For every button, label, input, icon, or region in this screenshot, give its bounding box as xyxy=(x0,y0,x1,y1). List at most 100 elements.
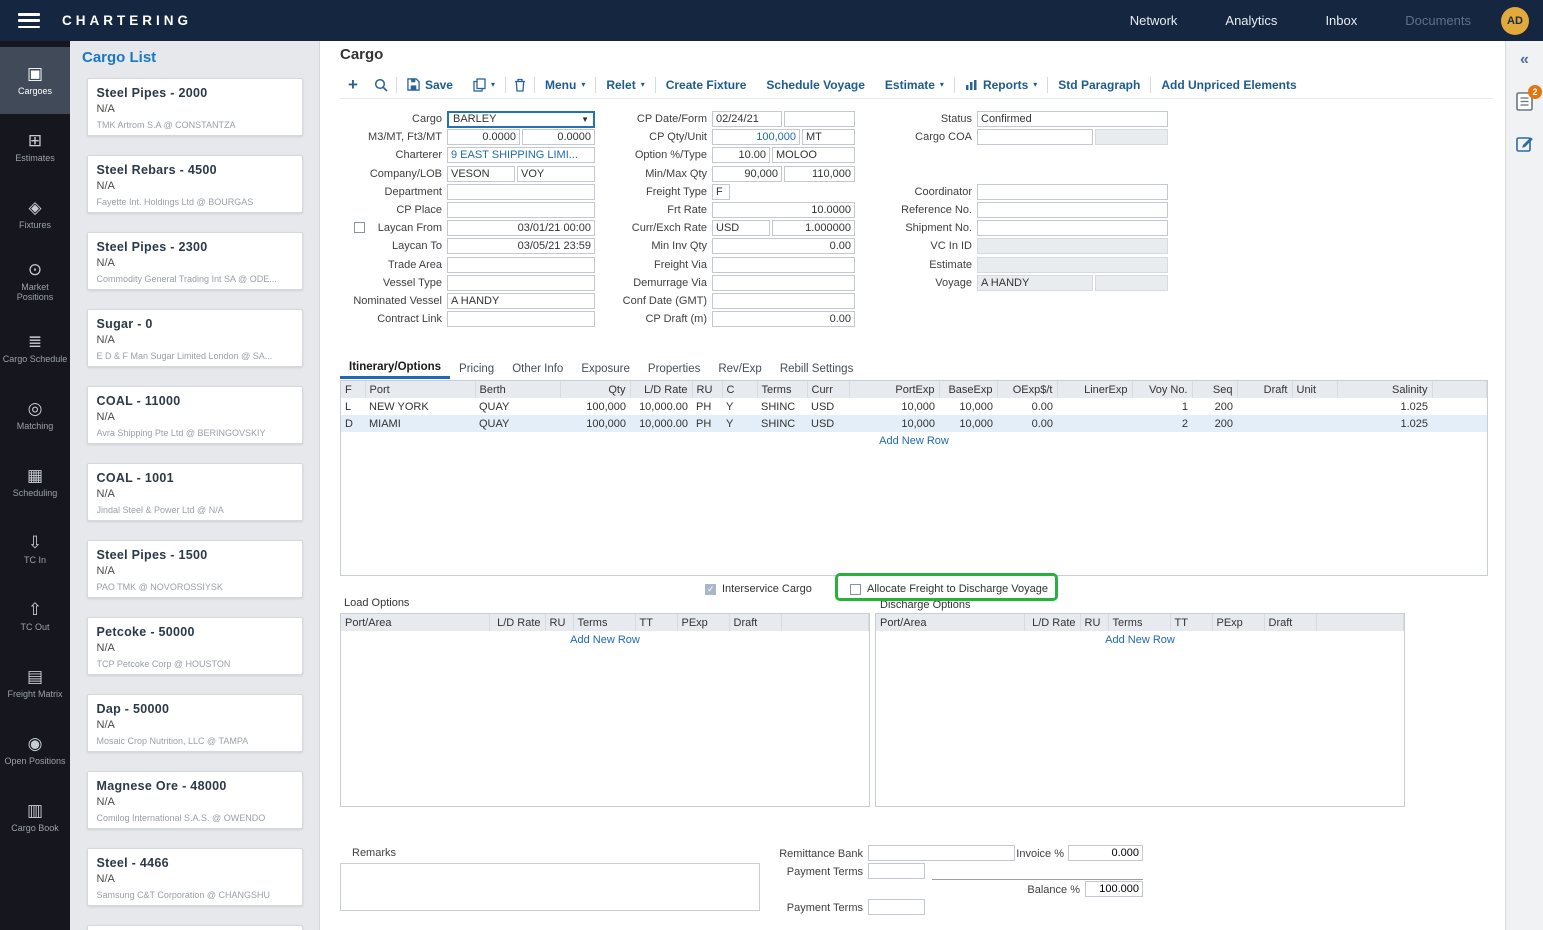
max-qty-input[interactable] xyxy=(784,166,855,182)
estimate-button[interactable]: Estimate▾ xyxy=(875,78,954,92)
list-item[interactable]: Steel - 4466 N/A Samsung C&T Corporation… xyxy=(87,848,303,906)
col-ld-rate[interactable]: L/D Rate xyxy=(630,381,692,398)
col-terms[interactable]: Terms xyxy=(573,614,635,631)
save-button[interactable]: Save xyxy=(397,78,463,92)
col-voy-no[interactable]: Voy No. xyxy=(1132,381,1192,398)
tab-rev-exp[interactable]: Rev/Exp xyxy=(709,358,770,379)
list-item[interactable]: Sugar - 0 N/A E D & F Man Sugar Limited … xyxy=(87,309,303,367)
laycan-from-input[interactable] xyxy=(447,220,595,236)
tab-other-info[interactable]: Other Info xyxy=(503,358,572,379)
col-port-area[interactable]: Port/Area xyxy=(876,614,1024,631)
std-paragraph-button[interactable]: Std Paragraph xyxy=(1048,78,1150,92)
edit-tasks-button[interactable] xyxy=(1515,134,1534,153)
sidebar-item-estimates[interactable]: ⊞ Estimates xyxy=(0,114,70,181)
sidebar-item-cargo-book[interactable]: ▥ Cargo Book xyxy=(0,784,70,851)
col-linerexp[interactable]: LinerExp xyxy=(1057,381,1132,398)
hamburger-menu-icon[interactable] xyxy=(18,13,40,28)
nominated-vessel-input[interactable] xyxy=(447,293,595,309)
col-pexp[interactable]: PExp xyxy=(677,614,729,631)
sidebar-item-market-positions[interactable]: ⊙ Market Positions xyxy=(0,248,70,315)
tab-exposure[interactable]: Exposure xyxy=(572,358,639,379)
discharge-options-add-new-row-link[interactable]: Add New Row xyxy=(876,634,1404,646)
list-item[interactable]: Steel Pipes - 2000 N/A TMK Artrom S.A @ … xyxy=(87,78,303,136)
list-item[interactable]: COAL - 1001 N/A Jindal Steel & Power Ltd… xyxy=(87,463,303,521)
sidebar-item-tc-in[interactable]: ⇩ TC In xyxy=(0,516,70,583)
col-ru[interactable]: RU xyxy=(545,614,573,631)
col-qty[interactable]: Qty xyxy=(560,381,630,398)
shipment-no-input[interactable] xyxy=(977,220,1168,236)
col-draft[interactable]: Draft xyxy=(1264,614,1316,631)
list-item[interactable]: Steel Pipes - 2300 N/A Commodity General… xyxy=(87,232,303,290)
col-seq[interactable]: Seq xyxy=(1192,381,1237,398)
cargo-coa-input[interactable] xyxy=(977,129,1093,145)
col-c[interactable]: C xyxy=(722,381,757,398)
cp-place-input[interactable] xyxy=(447,202,595,218)
currency-input[interactable] xyxy=(712,220,770,236)
laycan-to-input[interactable] xyxy=(447,238,595,254)
col-curr[interactable]: Curr xyxy=(807,381,849,398)
cp-draft-input[interactable] xyxy=(712,311,855,327)
tab-properties[interactable]: Properties xyxy=(639,358,709,379)
col-draft[interactable]: Draft xyxy=(729,614,781,631)
option-pct-input[interactable] xyxy=(712,147,770,163)
sidebar-item-open-positions[interactable]: ◉ Open Positions xyxy=(0,717,70,784)
min-inv-qty-input[interactable] xyxy=(712,238,855,254)
col-unit[interactable]: Unit xyxy=(1292,381,1337,398)
cp-date-input[interactable] xyxy=(712,111,782,127)
notes-panel-button[interactable]: 2 xyxy=(1515,91,1534,112)
reports-button[interactable]: Reports▾ xyxy=(955,78,1047,92)
sidebar-item-matching[interactable]: ◎ Matching xyxy=(0,382,70,449)
create-fixture-button[interactable]: Create Fixture xyxy=(656,78,757,92)
list-item-partial[interactable] xyxy=(87,925,303,930)
list-item[interactable]: Magnese Ore - 48000 N/A Comilog Internat… xyxy=(87,771,303,829)
charterer-input[interactable] xyxy=(447,147,595,163)
reference-no-input[interactable] xyxy=(977,202,1168,218)
load-options-add-new-row-link[interactable]: Add New Row xyxy=(341,634,869,646)
cp-form-input[interactable] xyxy=(784,111,855,127)
list-item[interactable]: Dap - 50000 N/A Mosaic Crop Nutrition, L… xyxy=(87,694,303,752)
col-terms[interactable]: Terms xyxy=(1108,614,1170,631)
tab-rebill-settings[interactable]: Rebill Settings xyxy=(771,358,863,379)
copy-button[interactable]: ▾ xyxy=(463,78,505,92)
freight-via-input[interactable] xyxy=(712,257,855,273)
col-salinity[interactable]: Salinity xyxy=(1337,381,1432,398)
menu-button[interactable]: Menu▾ xyxy=(535,78,595,92)
sidebar-item-cargoes[interactable]: ▣ Cargoes xyxy=(0,47,70,114)
list-item[interactable]: Steel Pipes - 1500 N/A PAO TMK @ NOVOROS… xyxy=(87,540,303,598)
sidebar-item-cargo-schedule[interactable]: ≣ Cargo Schedule xyxy=(0,315,70,382)
collapse-panel-button[interactable]: « xyxy=(1520,51,1529,69)
col-terms[interactable]: Terms xyxy=(757,381,807,398)
sidebar-item-scheduling[interactable]: ▦ Scheduling xyxy=(0,449,70,516)
laycan-checkbox[interactable] xyxy=(354,222,365,233)
freight-type-input[interactable] xyxy=(712,184,730,200)
nav-inbox[interactable]: Inbox xyxy=(1325,13,1357,28)
frt-rate-input[interactable] xyxy=(712,202,855,218)
itinerary-row-discharge[interactable]: D MIAMI QUAY 100,000 10,000.00 PH Y SHIN… xyxy=(341,415,1487,432)
min-qty-input[interactable] xyxy=(712,166,782,182)
payment-terms2-input[interactable] xyxy=(868,899,925,915)
col-port-area[interactable]: Port/Area xyxy=(341,614,489,631)
tab-itinerary-options[interactable]: Itinerary/Options xyxy=(340,358,450,379)
col-tt[interactable]: TT xyxy=(1170,614,1212,631)
col-baseexp[interactable]: BaseExp xyxy=(939,381,997,398)
relet-button[interactable]: Relet▾ xyxy=(596,78,654,92)
ft3-mt-input[interactable] xyxy=(522,129,595,145)
sidebar-item-freight-matrix[interactable]: ▤ Freight Matrix xyxy=(0,650,70,717)
col-draft[interactable]: Draft xyxy=(1237,381,1292,398)
col-ru[interactable]: RU xyxy=(1080,614,1108,631)
remarks-textarea[interactable] xyxy=(340,863,760,911)
col-pexp[interactable]: PExp xyxy=(1212,614,1264,631)
payment-terms-input[interactable] xyxy=(868,863,925,879)
nav-documents[interactable]: Documents xyxy=(1405,13,1471,28)
remittance-bank-input[interactable] xyxy=(868,845,1015,861)
lob-input[interactable] xyxy=(517,166,595,182)
cp-qty-input[interactable] xyxy=(712,129,800,145)
schedule-voyage-button[interactable]: Schedule Voyage xyxy=(756,78,874,92)
exch-rate-input[interactable] xyxy=(772,220,855,236)
list-item[interactable]: COAL - 11000 N/A Avra Shipping Pte Ltd @… xyxy=(87,386,303,444)
sidebar-item-tc-out[interactable]: ⇧ TC Out xyxy=(0,583,70,650)
delete-button[interactable] xyxy=(506,78,534,92)
col-tt[interactable]: TT xyxy=(635,614,677,631)
status-input[interactable] xyxy=(977,111,1168,127)
sidebar-item-fixtures[interactable]: ◈ Fixtures xyxy=(0,181,70,248)
